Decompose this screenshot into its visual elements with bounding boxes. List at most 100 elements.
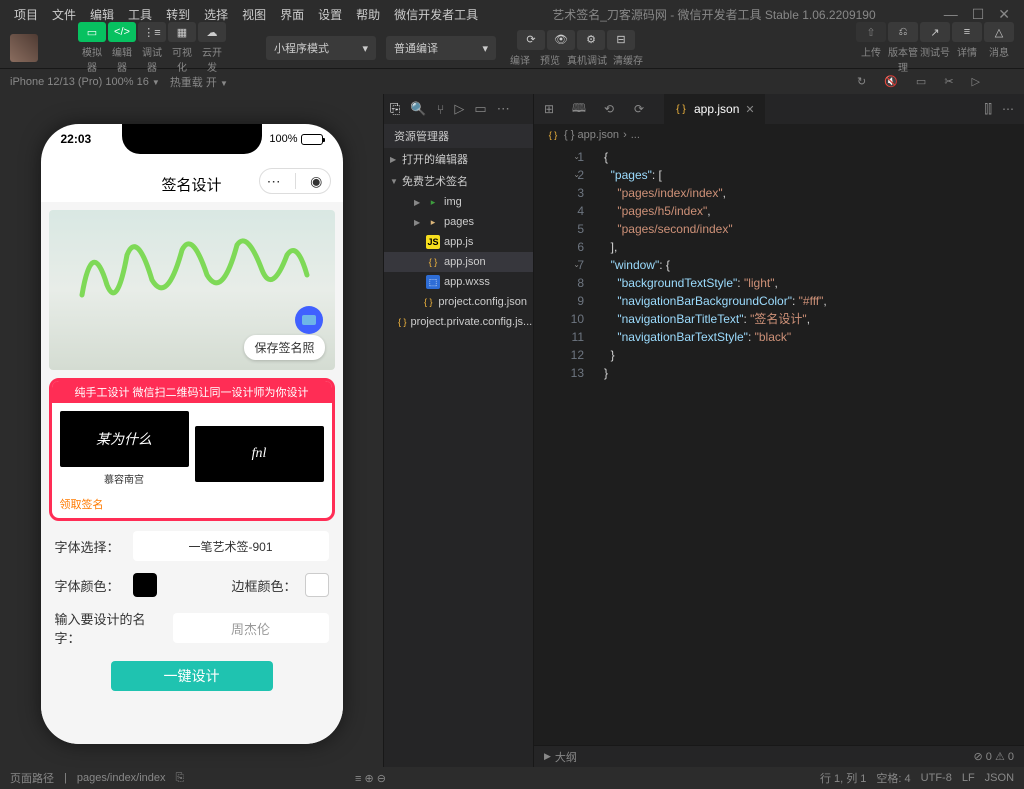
code-line-5[interactable]: "pages/second/index" (604, 220, 1024, 238)
tree-item-project.private.config.js...[interactable]: { }project.private.config.js... (384, 312, 533, 332)
device-selector[interactable]: iPhone 12/13 (Pro) 100% 16 ▼ (10, 76, 160, 88)
editor-redo-icon[interactable]: ⟳ (624, 94, 654, 124)
explorer-tab-more[interactable]: ⋯ (497, 101, 510, 117)
maximize-button[interactable]: ☐ (972, 6, 985, 23)
tree-item-app.wxss[interactable]: ⬚app.wxss (384, 272, 533, 292)
code-line-12[interactable]: } (604, 346, 1024, 364)
visual-button[interactable]: ▦ (168, 22, 196, 42)
capsule-menu-icon[interactable]: ⋯ (267, 173, 281, 190)
editor-more-icon[interactable]: ⋯ (1002, 102, 1014, 116)
project-section[interactable]: ▼免费艺术签名 (384, 170, 533, 192)
preview-button[interactable]: 👁 (547, 30, 575, 50)
editor-button[interactable]: </> (108, 22, 136, 42)
tree-item-app.json[interactable]: { }app.json (384, 252, 533, 272)
device-icon[interactable]: ▭ (912, 73, 930, 90)
window-controls: — ☐ ✕ (944, 6, 1016, 23)
capsule-button[interactable]: ⋯ ◉ (259, 168, 331, 194)
code-line-6[interactable]: ], (604, 238, 1024, 256)
font-color-picker[interactable] (133, 573, 157, 597)
name-input[interactable]: 周杰伦 (173, 613, 329, 643)
version-button[interactable]: ⎌ (888, 22, 918, 42)
capsule-close-icon[interactable]: ◉ (310, 173, 322, 190)
code-line-1[interactable]: { (604, 148, 1024, 166)
explorer-tab-git[interactable]: ⑂ (437, 102, 445, 117)
clear-cache-button[interactable]: ⊟ (607, 30, 635, 50)
explorer-tab-files[interactable]: ⎘ (390, 101, 400, 117)
camera-icon[interactable] (295, 306, 323, 334)
editor-toggle-icon[interactable]: ⊞ (534, 94, 564, 124)
menu-项目[interactable]: 项目 (8, 4, 44, 25)
avatar[interactable] (10, 34, 38, 62)
explorer-tab-search[interactable]: 🔍 (410, 101, 426, 117)
save-signature-button[interactable]: 保存签名照 (244, 335, 324, 360)
real-debug-button[interactable]: ⚙ (577, 30, 605, 50)
close-tab-icon[interactable]: ✕ (745, 103, 754, 116)
indent-setting[interactable]: 空格: 4 (876, 770, 910, 786)
debugger-button[interactable]: ⋮≡ (138, 22, 166, 42)
promo-sample[interactable]: fnl (195, 426, 324, 486)
hot-reload-toggle[interactable]: 热重载 开 ▼ (170, 74, 228, 90)
encoding[interactable]: UTF-8 (921, 772, 952, 784)
cut-icon[interactable]: ✂ (940, 73, 957, 90)
editor-undo-icon[interactable]: ⟲ (594, 94, 624, 124)
cursor-position[interactable]: 行 1, 列 1 (820, 770, 866, 786)
tree-item-app.js[interactable]: JSapp.js (384, 232, 533, 252)
code-line-9[interactable]: "navigationBarBackgroundColor": "#fff", (604, 292, 1024, 310)
menu-微信开发者工具[interactable]: 微信开发者工具 (388, 4, 484, 25)
close-button[interactable]: ✕ (998, 6, 1010, 23)
messages-button[interactable]: △ (984, 22, 1014, 42)
code-line-2[interactable]: "pages": [ (604, 166, 1024, 184)
code-line-4[interactable]: "pages/h5/index", (604, 202, 1024, 220)
promo-link[interactable]: 领取签名 (52, 494, 332, 518)
code-line-10[interactable]: "navigationBarTitleText": "签名设计", (604, 310, 1024, 328)
editor-tab-appjson[interactable]: { } app.json ✕ (664, 94, 766, 124)
mode-dropdown[interactable]: 小程序模式▾ (266, 36, 376, 60)
code-line-7[interactable]: "window": { (604, 256, 1024, 274)
menu-设置[interactable]: 设置 (312, 4, 348, 25)
code-line-13[interactable]: } (604, 364, 1024, 382)
eol[interactable]: LF (962, 772, 975, 784)
realdebug-label: 真机调试 (566, 52, 608, 67)
breadcrumb[interactable]: { } { } app.json › ... (534, 124, 1024, 146)
compile-button[interactable]: ⟳ (517, 30, 545, 50)
mute-icon[interactable]: 🔇 (880, 73, 902, 90)
details-button[interactable]: ≡ (952, 22, 982, 42)
cloud-dev-button[interactable]: ☁ (198, 22, 226, 42)
menu-界面[interactable]: 界面 (274, 4, 310, 25)
code-line-11[interactable]: "navigationBarTextStyle": "black" (604, 328, 1024, 346)
copy-icon[interactable]: ⎘ (176, 772, 185, 785)
test-account-button[interactable]: ↗ (920, 22, 950, 42)
simulator-button[interactable]: ▭ (78, 22, 106, 42)
open-editors-section[interactable]: ▶打开的编辑器 (384, 148, 533, 170)
promo-sample[interactable]: 某为什么慕容南宫 (60, 411, 189, 486)
explorer-tab-debug[interactable]: ▷ (454, 101, 464, 117)
editor-body[interactable]: 1⌄2⌄34567⌄8910111213 { "pages": [ "pages… (534, 146, 1024, 745)
outline-bar[interactable]: ▶ 大纲 ⊘ 0 ⚠ 0 (534, 745, 1024, 767)
sim-control-icon[interactable]: ≡ ⊕ ⊖ (355, 772, 386, 785)
menu-文件[interactable]: 文件 (46, 4, 82, 25)
page-path[interactable]: pages/index/index (77, 772, 166, 784)
tree-item-pages[interactable]: ▶▸pages (384, 212, 533, 232)
font-select[interactable]: 一笔艺术签-901 (133, 531, 329, 561)
editor-save-icon[interactable]: 🕮 (564, 94, 594, 124)
upload-button[interactable]: ⇧ (856, 22, 886, 42)
language-mode[interactable]: JSON (985, 772, 1014, 784)
problems-count[interactable]: ⊘ 0 ⚠ 0 (974, 750, 1014, 763)
explorer-tab-ext[interactable]: ▭ (474, 101, 486, 117)
more-icon[interactable]: ▷ (968, 73, 984, 90)
rotate-icon[interactable]: ↻ (853, 73, 870, 90)
breadcrumb-file[interactable]: { } app.json (564, 129, 619, 141)
tree-item-img[interactable]: ▶▸img (384, 192, 533, 212)
minimize-button[interactable]: — (944, 6, 958, 23)
tree-item-project.config.json[interactable]: { }project.config.json (384, 292, 533, 312)
status-bar-footer: 页面路径 | pages/index/index ⎘ ≡ ⊕ ⊖ 行 1, 列 … (0, 767, 1024, 789)
code-line-3[interactable]: "pages/index/index", (604, 184, 1024, 202)
menu-帮助[interactable]: 帮助 (350, 4, 386, 25)
breadcrumb-more[interactable]: ... (631, 129, 640, 141)
design-button[interactable]: 一键设计 (111, 661, 273, 691)
border-color-picker[interactable] (305, 573, 329, 597)
split-editor-icon[interactable]: ⫿⫿ (984, 102, 992, 117)
menu-视图[interactable]: 视图 (236, 4, 272, 25)
compile-dropdown[interactable]: 普通编译▾ (386, 36, 496, 60)
code-line-8[interactable]: "backgroundTextStyle": "light", (604, 274, 1024, 292)
